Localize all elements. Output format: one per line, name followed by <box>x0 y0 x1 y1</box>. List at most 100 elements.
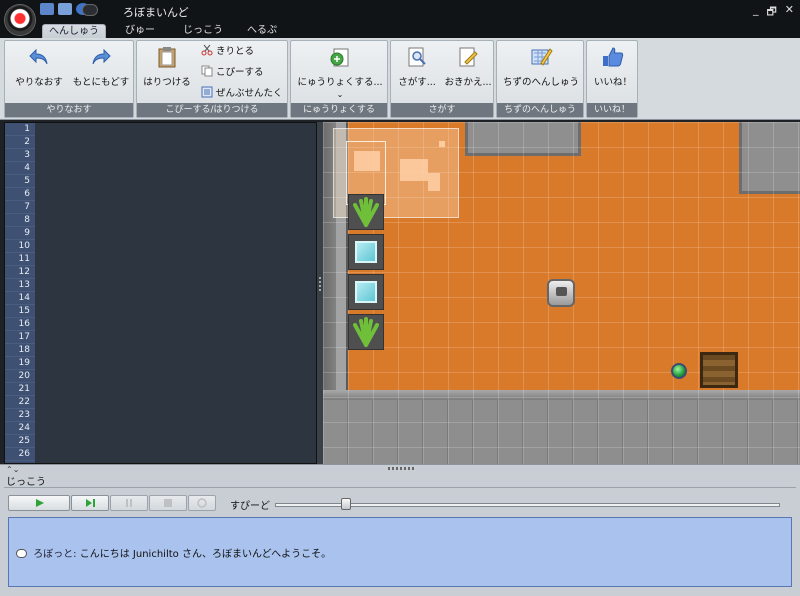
code-editor[interactable]: 1 2 3 4 5 6 7 8 9 10 11 12 13 14 15 16 17 18 19 20 21 22 23 24 2… <box>4 122 317 464</box>
step-button[interactable] <box>71 495 109 511</box>
tab-view[interactable]: びゅー <box>118 24 162 38</box>
line-number: 20 <box>5 370 35 383</box>
speed-slider-thumb[interactable] <box>340 498 351 510</box>
ice-tile <box>348 234 384 270</box>
import-label: にゅうりょくする... <box>297 77 383 88</box>
replace-icon <box>459 47 478 67</box>
speed-slider-track[interactable] <box>275 503 780 507</box>
run-panel-title: じっこう <box>6 477 46 488</box>
line-number: 14 <box>5 292 35 305</box>
stop-button[interactable] <box>149 495 187 511</box>
close-button[interactable]: ✕ <box>785 3 794 22</box>
record-button[interactable] <box>188 495 216 511</box>
tab-run[interactable]: じっこう <box>178 24 228 38</box>
map-view[interactable]: ‹ <box>323 122 800 464</box>
speech-bubble-icon <box>16 549 27 558</box>
redo-button[interactable]: もとにもどす <box>69 45 133 88</box>
line-number: 2 <box>5 136 35 149</box>
ice-block <box>355 241 377 263</box>
line-number: 9 <box>5 227 35 240</box>
title-bar: ろぼまいんど _ 🗗 ✕ <box>0 0 800 24</box>
replace-button[interactable]: おきかえ... <box>443 45 493 88</box>
map-edit-icon <box>531 48 553 66</box>
clipboard-group: はりつける きりとる こぴーする ぜんぶせんたく こぴーする/はりつける <box>136 40 288 118</box>
search-group-label: さがす <box>391 103 493 117</box>
line-number: 4 <box>5 162 35 175</box>
ice-tile <box>348 274 384 310</box>
line-number: 5 <box>5 175 35 188</box>
message-box: ろぼっと: こんにちは Junichilto さん、ろぼまいんどへようこそ。 <box>8 517 792 587</box>
line-number: 18 <box>5 344 35 357</box>
quick-access-dropdown[interactable] <box>82 4 98 16</box>
line-number: 8 <box>5 214 35 227</box>
minimap-shape <box>428 173 440 191</box>
select-all-button[interactable]: ぜんぶせんたく <box>201 85 283 103</box>
paste-icon <box>158 47 176 68</box>
find-icon <box>408 47 426 67</box>
replace-label: おきかえ... <box>444 77 492 88</box>
undo-icon <box>29 48 48 65</box>
tab-help[interactable]: へるぷ <box>240 24 284 38</box>
plant-tile <box>348 314 384 350</box>
import-icon <box>330 48 349 67</box>
pause-icon <box>126 499 132 507</box>
line-number: 23 <box>5 409 35 422</box>
restore-button[interactable]: 🗗 <box>766 3 776 22</box>
line-number: 6 <box>5 188 35 201</box>
window-title: ろぼまいんど <box>123 6 189 19</box>
find-label: さがす... <box>398 77 436 88</box>
select-all-icon <box>201 86 213 98</box>
import-button[interactable]: にゅうりょくする... ⌄ <box>293 45 387 100</box>
robot-icon[interactable] <box>40 3 54 15</box>
robot-sprite[interactable] <box>547 279 575 307</box>
like-group: いいね！ いいね！ <box>586 40 638 118</box>
line-number: 1 <box>5 123 35 136</box>
find-button[interactable]: さがす... <box>393 45 441 88</box>
line-number: 21 <box>5 383 35 396</box>
copy-button[interactable]: こぴーする <box>201 64 264 82</box>
crate-item <box>700 352 738 388</box>
cut-button[interactable]: きりとる <box>201 43 254 61</box>
step-icon <box>86 499 95 507</box>
stop-icon <box>164 499 172 507</box>
line-number: 3 <box>5 149 35 162</box>
robot-face <box>556 287 567 296</box>
line-number: 16 <box>5 318 35 331</box>
line-number: 15 <box>5 305 35 318</box>
line-number: 26 <box>5 448 35 461</box>
minimize-button[interactable]: _ <box>753 3 759 22</box>
edit-map-button[interactable]: ちずのへんしゅう <box>499 45 583 88</box>
line-number: 13 <box>5 279 35 292</box>
redo-label: もとにもどす <box>72 77 130 88</box>
line-number: 25 <box>5 435 35 448</box>
undo-button[interactable]: やりなおす <box>9 45 69 88</box>
line-number-gutter: 1 2 3 4 5 6 7 8 9 10 11 12 13 14 15 16 17 18 19 20 21 22 23 24 2… <box>5 123 35 463</box>
thumbs-up-icon <box>603 47 624 67</box>
tab-edit[interactable]: へんしゅう <box>42 24 106 38</box>
like-button[interactable]: いいね！ <box>589 45 637 88</box>
plant-tile <box>348 194 384 230</box>
map-scroll-left-icon[interactable]: ‹ <box>323 126 324 136</box>
line-number: 17 <box>5 331 35 344</box>
minimap-shape <box>439 141 445 147</box>
play-button[interactable] <box>8 495 70 511</box>
gem-item <box>671 363 687 379</box>
redo-icon <box>92 48 111 65</box>
paste-button[interactable]: はりつける <box>139 45 195 88</box>
line-number: 19 <box>5 357 35 370</box>
save-icon[interactable] <box>58 3 72 15</box>
map-group: ちずのへんしゅう ちずのへんしゅう <box>496 40 584 118</box>
app-menu-orb[interactable] <box>5 5 35 35</box>
line-number: 24 <box>5 422 35 435</box>
pause-button[interactable] <box>110 495 148 511</box>
edit-map-label: ちずのへんしゅう <box>502 77 579 88</box>
line-number: 7 <box>5 201 35 214</box>
line-number: 11 <box>5 253 35 266</box>
record-icon <box>197 498 207 508</box>
like-group-label: いいね！ <box>587 103 637 117</box>
scissors-icon <box>201 44 213 56</box>
copy-icon <box>201 65 213 77</box>
run-panel-grip[interactable] <box>388 467 414 470</box>
plant-icon <box>353 317 379 347</box>
map-group-label: ちずのへんしゅう <box>497 103 583 117</box>
